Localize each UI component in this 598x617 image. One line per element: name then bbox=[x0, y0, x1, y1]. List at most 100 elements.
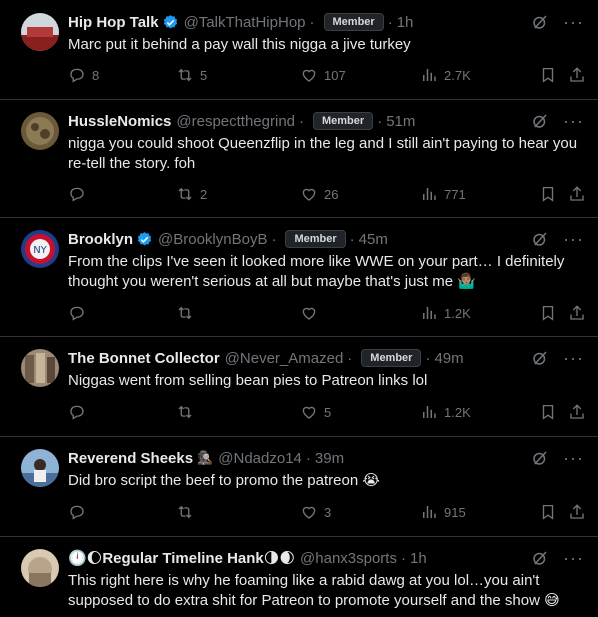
tweet[interactable]: NY Brooklyn @BrooklynBoyB · Member · 45m… bbox=[0, 218, 598, 337]
avatar[interactable] bbox=[21, 112, 59, 150]
bookmark-button[interactable] bbox=[539, 185, 557, 203]
share-button[interactable] bbox=[568, 185, 586, 203]
display-name[interactable]: Hip Hop Talk bbox=[68, 14, 159, 31]
retweet-button[interactable] bbox=[176, 503, 200, 521]
bookmark-icon bbox=[542, 67, 554, 83]
reply-button[interactable]: 8 bbox=[68, 66, 99, 84]
grok-icon[interactable] bbox=[531, 112, 549, 130]
tweet[interactable]: Hip Hop Talk @TalkThatHipHop · Member · … bbox=[0, 0, 598, 100]
tweet-text: From the clips I've seen it looked more … bbox=[68, 253, 565, 290]
views-count: 1.2K bbox=[444, 404, 471, 420]
avatar[interactable] bbox=[21, 549, 59, 587]
share-button[interactable] bbox=[568, 503, 586, 521]
views-count: 1.2K bbox=[444, 305, 471, 321]
display-name[interactable]: 🕛🌔Regular Timeline Hank🌗🌒 bbox=[68, 549, 295, 567]
views-button[interactable]: 1.2K bbox=[420, 304, 471, 322]
views-button[interactable]: 771 bbox=[420, 185, 466, 203]
handle[interactable]: @TalkThatHipHop bbox=[184, 14, 306, 31]
like-button[interactable]: 3 bbox=[300, 503, 331, 521]
bookmark-button[interactable] bbox=[539, 66, 557, 84]
share-button[interactable] bbox=[568, 66, 586, 84]
more-icon[interactable]: ··· bbox=[563, 13, 584, 31]
reply-button[interactable] bbox=[68, 403, 92, 421]
bookmark-icon bbox=[542, 186, 554, 202]
reply-button[interactable] bbox=[68, 503, 92, 521]
reply-button[interactable] bbox=[68, 304, 92, 322]
retweet-button[interactable] bbox=[176, 304, 200, 322]
reply-icon bbox=[70, 405, 84, 420]
share-icon bbox=[570, 404, 584, 419]
grok-icon[interactable] bbox=[531, 230, 549, 248]
handle[interactable]: @respectthegrind bbox=[176, 113, 295, 130]
more-icon[interactable]: ··· bbox=[563, 112, 584, 130]
bookmark-button[interactable] bbox=[539, 304, 557, 322]
name-emoji: 🕵🏿 bbox=[197, 450, 214, 465]
svg-text:NY: NY bbox=[33, 245, 47, 256]
like-button[interactable]: 107 bbox=[300, 66, 346, 84]
verified-badge-icon bbox=[137, 231, 152, 246]
member-badge: Member bbox=[313, 112, 374, 130]
timestamp[interactable]: 1h bbox=[397, 14, 414, 31]
avatar[interactable]: NY bbox=[21, 230, 59, 268]
tweet[interactable]: HussleNomics @respectthegrind · Member ·… bbox=[0, 100, 598, 218]
like-count: 107 bbox=[324, 67, 346, 83]
retweet-button[interactable] bbox=[176, 403, 200, 421]
tweet-actions: 5 1.2K bbox=[68, 403, 584, 423]
display-name[interactable]: The Bonnet Collector bbox=[68, 350, 220, 367]
display-name[interactable]: HussleNomics bbox=[68, 113, 171, 130]
like-count: 5 bbox=[324, 404, 332, 420]
handle[interactable]: @Ndadzo14 bbox=[218, 450, 302, 467]
like-button[interactable]: 5 bbox=[300, 403, 331, 421]
share-button[interactable] bbox=[568, 304, 586, 322]
like-button[interactable]: 26 bbox=[300, 185, 338, 203]
views-button[interactable]: 1.2K bbox=[420, 403, 471, 421]
share-icon bbox=[570, 186, 584, 201]
timestamp[interactable]: 49m bbox=[434, 350, 463, 367]
grok-icon[interactable] bbox=[531, 549, 549, 567]
bookmark-icon bbox=[542, 504, 554, 520]
avatar[interactable] bbox=[21, 13, 59, 51]
views-count: 771 bbox=[444, 186, 466, 202]
timestamp[interactable]: 51m bbox=[386, 113, 415, 130]
grok-icon[interactable] bbox=[531, 13, 549, 31]
reply-icon bbox=[70, 68, 84, 83]
tweet-actions: 8 5 107 2.7K bbox=[68, 66, 584, 86]
more-icon[interactable]: ··· bbox=[563, 549, 584, 567]
like-count: 26 bbox=[324, 186, 339, 202]
timestamp[interactable]: 1h bbox=[410, 550, 427, 567]
bookmark-button[interactable] bbox=[539, 403, 557, 421]
views-button[interactable]: 2.7K bbox=[420, 66, 471, 84]
share-button[interactable] bbox=[568, 403, 586, 421]
display-name[interactable]: Reverend Sheeks bbox=[68, 450, 193, 467]
like-button[interactable] bbox=[300, 304, 324, 322]
retweet-button[interactable]: 2 bbox=[176, 185, 207, 203]
tweet[interactable]: The Bonnet Collector @Never_Amazed · Mem… bbox=[0, 337, 598, 437]
tweet[interactable]: Reverend Sheeks 🕵🏿 @Ndadzo14 · 39m ··· D… bbox=[0, 437, 598, 537]
reply-button[interactable] bbox=[68, 185, 92, 203]
views-count: 915 bbox=[444, 504, 466, 520]
views-button[interactable]: 915 bbox=[420, 503, 466, 521]
tweet[interactable]: 🕛🌔Regular Timeline Hank🌗🌒 @hanx3sports ·… bbox=[0, 537, 598, 617]
tweet-header: Hip Hop Talk @TalkThatHipHop · Member · … bbox=[68, 13, 414, 31]
handle[interactable]: @Never_Amazed bbox=[225, 350, 344, 367]
tweet-header: HussleNomics @respectthegrind · Member ·… bbox=[68, 112, 416, 130]
retweet-icon bbox=[178, 187, 192, 201]
grok-icon[interactable] bbox=[531, 449, 549, 467]
retweet-icon bbox=[178, 68, 192, 82]
avatar[interactable] bbox=[21, 349, 59, 387]
more-icon[interactable]: ··· bbox=[563, 449, 584, 467]
handle[interactable]: @BrooklynBoyB bbox=[158, 231, 267, 248]
bookmark-button[interactable] bbox=[539, 503, 557, 521]
handle[interactable]: @hanx3sports bbox=[300, 550, 397, 567]
display-name[interactable]: Brooklyn bbox=[68, 231, 133, 248]
grok-icon[interactable] bbox=[531, 349, 549, 367]
avatar[interactable] bbox=[21, 449, 59, 487]
timestamp[interactable]: 39m bbox=[315, 450, 344, 467]
more-icon[interactable]: ··· bbox=[563, 349, 584, 367]
tweet-header: Brooklyn @BrooklynBoyB · Member · 45m bbox=[68, 230, 388, 248]
member-badge: Member bbox=[285, 230, 346, 248]
more-icon[interactable]: ··· bbox=[563, 230, 584, 248]
timestamp[interactable]: 45m bbox=[359, 231, 388, 248]
retweet-button[interactable]: 5 bbox=[176, 66, 207, 84]
views-icon bbox=[423, 406, 436, 418]
